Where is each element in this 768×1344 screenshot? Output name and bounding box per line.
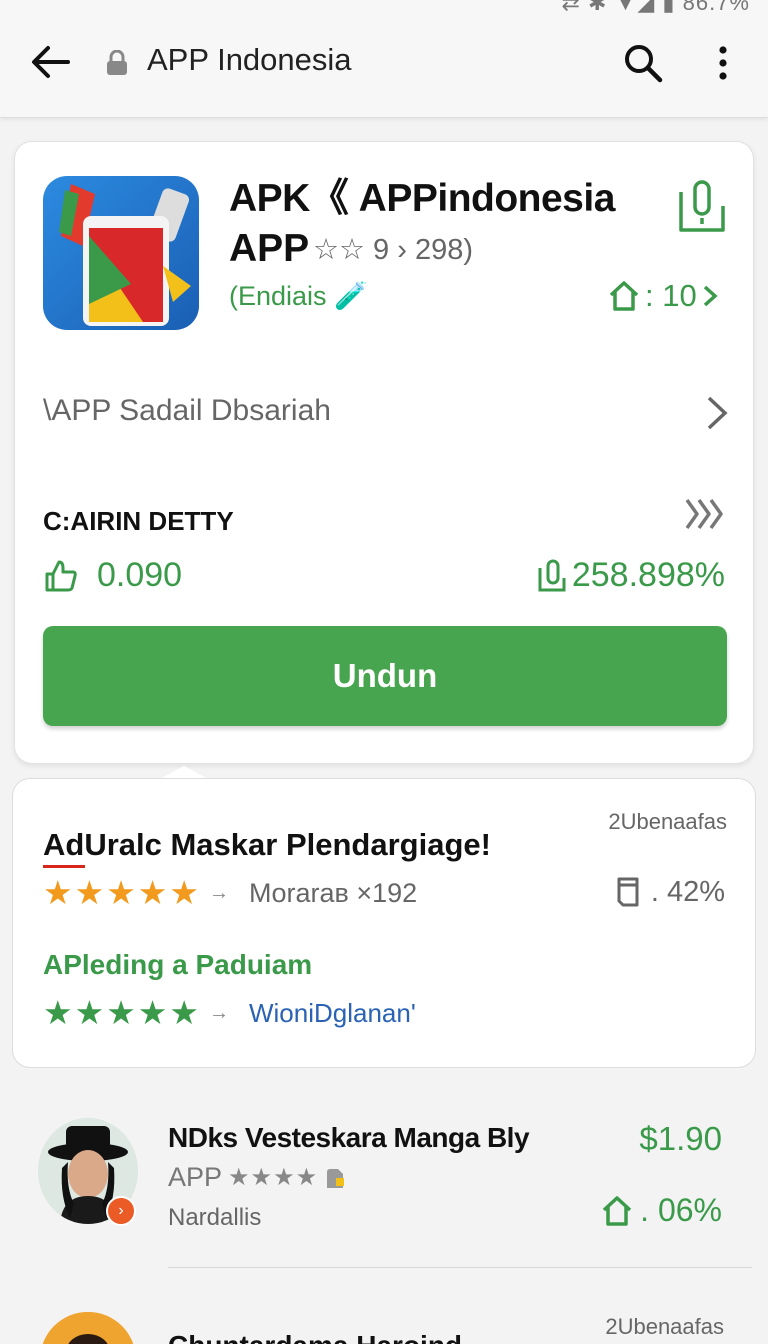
review-rating-green: ★ ★ ★ ★ ★ → WioniDglanan' — [43, 995, 416, 1031]
star-icon: ★ — [106, 874, 136, 911]
review-rating-orange: ★ ★ ★ ★ ★ → Moraraв ×192 — [43, 875, 417, 911]
list-item-subtitle: APP ★★★★ — [168, 1162, 346, 1193]
back-button[interactable] — [28, 42, 72, 82]
avatar[interactable] — [40, 1312, 136, 1344]
list-item-price: $1.90 — [639, 1120, 722, 1157]
stat-likes: 0.090 — [43, 556, 182, 595]
back-arrow-icon — [32, 46, 70, 78]
app-icon — [43, 176, 199, 330]
star-icon: ★ — [106, 994, 136, 1031]
star-icon: ★ — [137, 874, 168, 911]
document-icon — [617, 877, 639, 907]
review-date: 2Ubenaafas — [608, 809, 727, 834]
next-item-title[interactable]: Chuntardama Haroind — [168, 1330, 462, 1344]
review-author-link[interactable]: WioniDglanan' — [249, 998, 416, 1029]
star-icon: ★ — [74, 874, 105, 911]
home-icon — [609, 281, 639, 311]
app-title-line2: APP — [229, 227, 310, 270]
top-app-bar: APP Indonesia — [0, 14, 768, 118]
arrow-right-icon: → — [208, 881, 229, 904]
list-divider — [168, 1267, 752, 1268]
chevron-right-icon — [707, 396, 728, 430]
search-icon — [625, 45, 663, 83]
page-title: APP Indonesia — [147, 42, 352, 77]
developer-link[interactable]: (Endiais 🧪 — [229, 280, 368, 312]
review-subtitle[interactable]: APleding a Paduiam — [43, 949, 312, 981]
list-item-stars: ★★★★ — [228, 1164, 319, 1191]
section-label: C:AIRIN DETTY — [43, 506, 234, 536]
stat-left-value: 0.090 — [97, 556, 183, 594]
badge-icon — [327, 1168, 345, 1188]
home-icon — [602, 1195, 632, 1226]
list-item-title: NDks Vesteskara Manga Bly — [168, 1122, 530, 1153]
arrow-right-icon: → — [208, 1001, 229, 1024]
review-card: 2Ubenaafas AdUralc Maskar Plendargiage! … — [12, 778, 756, 1068]
star-icon: ★ — [43, 874, 73, 911]
expand-chevrons-icon[interactable] — [683, 496, 729, 532]
stat-storage: 258.898% — [536, 556, 725, 595]
list-item-stat-value: . 06% — [640, 1192, 722, 1228]
star-icon: ★ — [74, 994, 105, 1031]
search-button[interactable] — [622, 42, 664, 84]
review-title: AdUralc Maskar Plendargiage! — [43, 827, 491, 862]
star-icon: ★ — [137, 994, 168, 1031]
storage-icon — [538, 559, 566, 591]
star-icon: ★ — [43, 994, 73, 1031]
list-item[interactable]: › NDks Vesteskara Manga Bly APP ★★★★ Nar… — [0, 1092, 768, 1270]
app-detail-card: APK《 APPindonesia APP ☆☆ 9 › 298) (Endia… — [14, 141, 754, 764]
info-row-label: \APP Sadail Dbsariah — [43, 394, 331, 427]
status-bar: ⇄ ✱ ▼◢ ▮ 86.7% — [0, 0, 768, 15]
list-item-author: Nardallis — [168, 1204, 262, 1231]
app-info-row[interactable]: \APP Sadail Dbsariah — [43, 392, 729, 434]
app-title: APK《 APPindonesia — [229, 177, 615, 220]
review-percent: . 42% — [613, 875, 725, 909]
installs-count: : 10 — [645, 278, 697, 313]
next-item-date: 2Ubenaafas — [605, 1314, 724, 1339]
review-meta: Moraraв ×192 — [248, 877, 418, 908]
download-button[interactable]: Undun — [43, 626, 727, 726]
list-item-label: APP — [168, 1162, 223, 1192]
review-title-underline — [43, 865, 85, 868]
list-item-stat: . 06% — [600, 1192, 722, 1229]
app-rating: ☆☆ 9 › 298) — [313, 234, 473, 266]
star-icon: ★ — [169, 874, 199, 911]
more-vert-icon — [719, 46, 727, 80]
lock-icon — [106, 49, 128, 76]
installs-link[interactable]: : 10 — [607, 278, 719, 314]
chevron-right-icon — [703, 285, 718, 307]
thumb-up-icon — [45, 560, 77, 591]
bookmark-button[interactable] — [675, 178, 729, 234]
overflow-menu-button[interactable] — [708, 42, 738, 84]
star-icon: ★ — [169, 994, 199, 1031]
bookmark-icon — [679, 180, 725, 232]
review-percent-value: . 42% — [650, 875, 725, 908]
stat-right-value: 258.898% — [571, 556, 725, 594]
play-badge-icon: › — [106, 1196, 136, 1226]
